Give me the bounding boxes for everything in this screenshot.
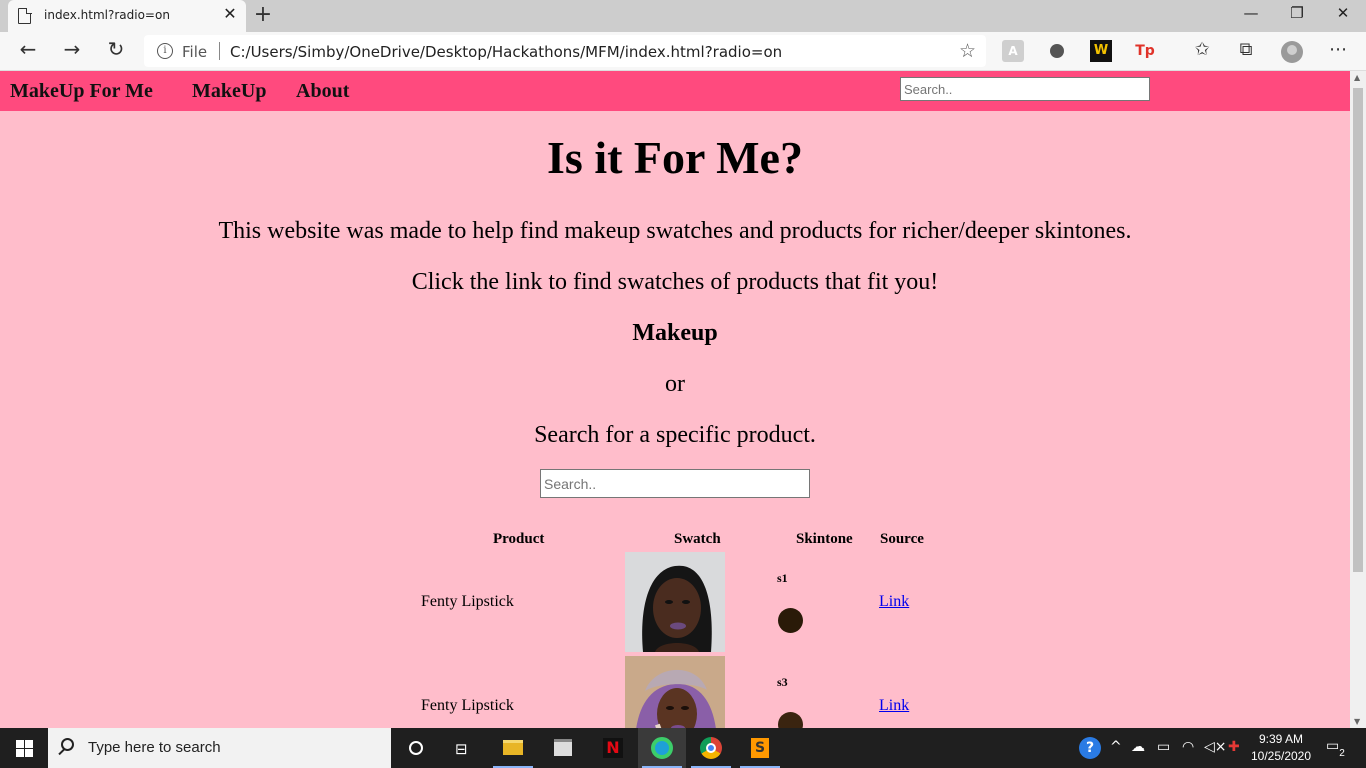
favorites-icon[interactable]: ✩: [1190, 39, 1214, 60]
taskbar: Type here to search ⊟ N S ? ^ ☁ ▭ ◠ ◁× ✚…: [0, 728, 1366, 768]
scroll-down-icon[interactable]: ▼: [1354, 717, 1360, 726]
row2-swatch-image: [625, 656, 725, 728]
row1-source-link[interactable]: Link: [879, 593, 909, 611]
store-icon: [554, 739, 572, 756]
extension-w-icon[interactable]: W: [1090, 40, 1112, 62]
page-scrollbar[interactable]: ▲ ▼: [1350, 71, 1366, 728]
intro-text: This website was made to help find makeu…: [218, 218, 1132, 244]
row2-product: Fenty Lipstick: [421, 697, 514, 714]
row1-skintone-label: s1: [777, 571, 788, 585]
start-button[interactable]: [0, 728, 48, 768]
address-divider: [219, 42, 220, 60]
edge-button[interactable]: [638, 728, 686, 768]
search-icon: [61, 738, 74, 751]
forward-button[interactable]: →: [57, 37, 87, 61]
nav-makeup-link[interactable]: MakeUp: [192, 80, 266, 103]
tab-strip: index.html?radio=on ✕ + — ❐ ✕: [0, 0, 1366, 32]
extension-circle-icon[interactable]: [1050, 44, 1064, 58]
clock[interactable]: 9:39 AM 10/25/2020: [1248, 731, 1314, 765]
netflix-icon: N: [603, 738, 623, 758]
header-product: Product: [493, 531, 545, 547]
page-viewport: MakeUp For Me MakeUp About Is it For Me?…: [0, 71, 1350, 728]
nav-search-input[interactable]: [900, 77, 1150, 101]
extension-a-icon[interactable]: A: [1002, 40, 1024, 62]
wifi-icon[interactable]: ◠: [1182, 739, 1194, 755]
header-swatch: Swatch: [674, 531, 721, 547]
browser-tab[interactable]: index.html?radio=on ✕: [8, 0, 246, 32]
row1-swatch-image: [625, 552, 725, 652]
show-hidden-icons[interactable]: ^: [1110, 739, 1122, 755]
search-prompt: Search for a specific product.: [534, 422, 816, 448]
chrome-button[interactable]: [687, 728, 735, 768]
onedrive-icon[interactable]: ☁: [1131, 739, 1145, 755]
taskbar-search[interactable]: Type here to search: [48, 728, 391, 768]
edge-icon: [651, 737, 673, 759]
cortana-button[interactable]: [392, 728, 440, 768]
task-view-button[interactable]: ⊟: [440, 728, 488, 768]
close-window-button[interactable]: ✕: [1320, 4, 1366, 22]
row2-skintone-label: s3: [777, 675, 788, 689]
info-icon[interactable]: i: [157, 43, 173, 59]
extension-tp-icon[interactable]: Tp: [1134, 40, 1156, 62]
address-bar[interactable]: i File C:/Users/Simby/OneDrive/Desktop/H…: [144, 35, 986, 67]
minimize-button[interactable]: —: [1228, 4, 1274, 22]
row1-skintone-dot: [778, 608, 803, 633]
volume-icon[interactable]: ◁×: [1204, 739, 1227, 755]
collections-icon[interactable]: ⧉: [1234, 39, 1258, 60]
favorite-star-icon[interactable]: ☆: [959, 40, 976, 62]
or-text: or: [665, 371, 685, 397]
row2-source-link[interactable]: Link: [879, 697, 909, 715]
clock-time: 9:39 AM: [1258, 732, 1304, 746]
cta-text: Click the link to find swatches of produ…: [411, 269, 939, 295]
restore-button[interactable]: ❐: [1274, 4, 1320, 22]
page-icon: [18, 7, 32, 24]
address-url[interactable]: C:/Users/Simby/OneDrive/Desktop/Hackatho…: [230, 43, 782, 61]
header-skintone: Skintone: [796, 531, 853, 547]
more-menu-icon[interactable]: ⋯: [1326, 39, 1350, 60]
top-nav: MakeUp For Me MakeUp About: [0, 71, 1350, 111]
folder-icon: [503, 740, 523, 755]
scrollbar-thumb[interactable]: [1353, 88, 1363, 572]
nav-brand-link[interactable]: MakeUp For Me: [10, 80, 153, 103]
sublime-icon: S: [751, 738, 769, 758]
battery-icon[interactable]: ▭: [1157, 739, 1170, 755]
file-explorer-button[interactable]: [489, 728, 537, 768]
address-scheme: File: [182, 43, 208, 61]
antivirus-icon[interactable]: ✚: [1228, 739, 1240, 755]
help-icon[interactable]: ?: [1079, 737, 1101, 759]
taskbar-search-text: Type here to search: [88, 739, 221, 756]
makeup-link[interactable]: Makeup: [0, 320, 1350, 347]
browser-toolbar: ← → ↻ i File C:/Users/Simby/OneDrive/Des…: [0, 32, 1366, 71]
sublime-button[interactable]: S: [736, 728, 784, 768]
new-tab-button[interactable]: +: [252, 2, 274, 27]
windows-logo-icon: [16, 740, 24, 748]
row1-product: Fenty Lipstick: [421, 593, 514, 610]
clock-date: 10/25/2020: [1250, 749, 1312, 763]
store-button[interactable]: [539, 728, 587, 768]
header-source: Source: [880, 531, 924, 547]
task-view-icon: ⊟: [455, 740, 468, 758]
close-tab-icon[interactable]: ✕: [220, 4, 240, 23]
profile-avatar[interactable]: [1281, 41, 1303, 63]
refresh-button[interactable]: ↻: [101, 37, 131, 61]
scroll-up-icon[interactable]: ▲: [1354, 73, 1360, 82]
tab-title: index.html?radio=on: [44, 8, 170, 22]
nav-about-link[interactable]: About: [296, 80, 349, 103]
product-search-input[interactable]: [540, 469, 810, 498]
page-title: Is it For Me?: [547, 132, 803, 183]
cortana-icon: [409, 741, 423, 755]
row2-skintone-dot: [778, 712, 803, 728]
notification-count: 2: [1336, 748, 1348, 760]
back-button[interactable]: ←: [13, 37, 43, 61]
netflix-button[interactable]: N: [589, 728, 637, 768]
